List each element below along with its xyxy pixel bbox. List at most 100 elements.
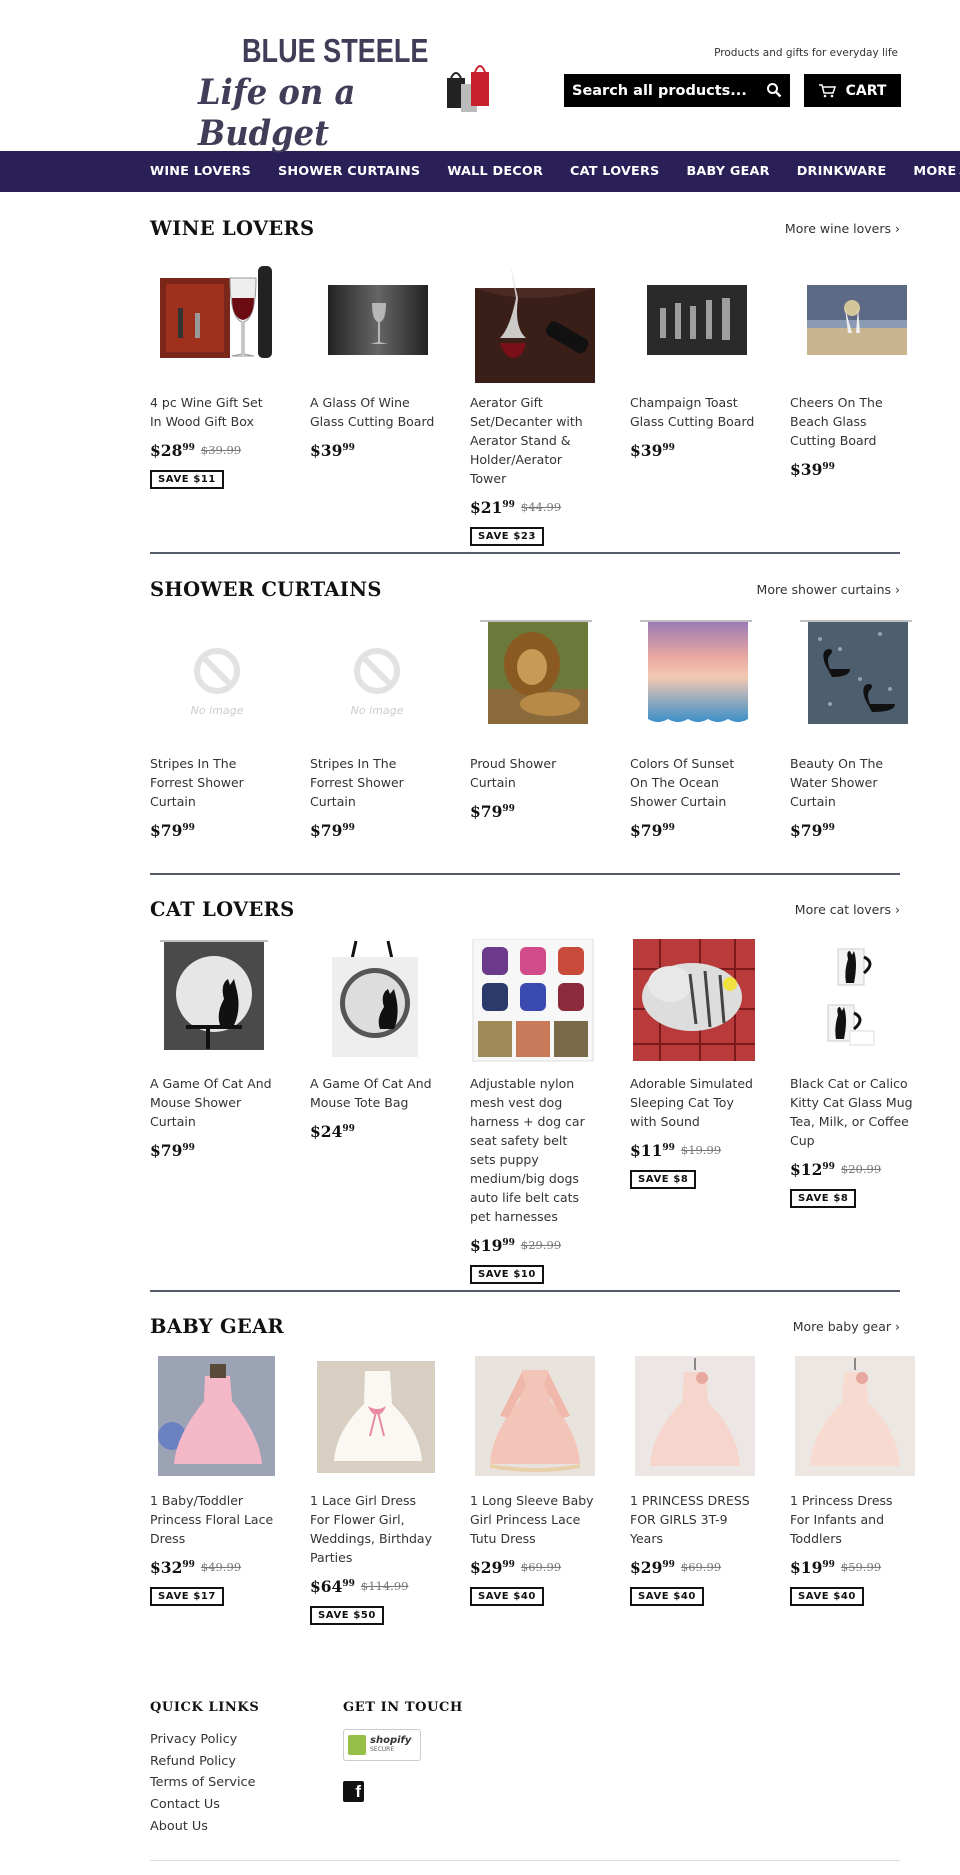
product-card[interactable]: Aerator Gift Set/Decanter with Aerator S… (470, 258, 595, 546)
product-title[interactable]: Stripes In The Forrest Shower Curtain (310, 754, 435, 811)
product-grid: No image Stripes In The Forrest Shower Cu… (150, 619, 912, 840)
product-image[interactable] (470, 258, 595, 383)
product-image[interactable] (150, 939, 275, 1064)
nav-item-wall-decor[interactable]: WALL DECOR (447, 164, 543, 179)
product-card[interactable]: 1 Princess Dress For Infants and Toddler… (790, 1356, 915, 1625)
footer-link-about[interactable]: About Us (150, 1816, 259, 1838)
footer-link-terms[interactable]: Terms of Service (150, 1772, 259, 1794)
price-dollars: $79 (630, 821, 663, 840)
product-title[interactable]: A Game Of Cat And Mouse Shower Curtain (150, 1074, 275, 1131)
product-card[interactable]: Champaign Toast Glass Cutting Board $3999 (630, 258, 755, 546)
product-title[interactable]: 1 Lace Girl Dress For Flower Girl, Weddi… (310, 1491, 435, 1567)
product-card[interactable]: 1 Baby/Toddler Princess Floral Lace Dres… (150, 1356, 275, 1625)
more-link[interactable]: More wine lovers › (785, 221, 900, 236)
product-title[interactable]: Adorable Simulated Sleeping Cat Toy with… (630, 1074, 755, 1131)
nav-item-more[interactable]: MORE⌄ (913, 164, 960, 179)
price-regular: $69.99 (680, 1560, 722, 1574)
product-title[interactable]: 4 pc Wine Gift Set In Wood Gift Box (150, 393, 275, 431)
more-link[interactable]: More cat lovers › (795, 902, 900, 917)
product-image[interactable] (310, 1356, 435, 1481)
product-title[interactable]: A Glass Of Wine Glass Cutting Board (310, 393, 435, 431)
shopping-bags-icon (447, 65, 489, 112)
price-dollars: $64 (310, 1577, 343, 1596)
product-card[interactable]: No image Stripes In The Forrest Shower Cu… (150, 619, 275, 840)
product-card[interactable]: Black Cat or Calico Kitty Cat Glass Mug … (790, 939, 915, 1284)
price-dollars: $28 (150, 441, 183, 460)
product-title[interactable]: Stripes In The Forrest Shower Curtain (150, 754, 275, 811)
product-image[interactable] (630, 619, 755, 744)
product-image[interactable] (630, 939, 755, 1064)
product-image[interactable] (790, 258, 915, 383)
product-card[interactable]: Adorable Simulated Sleeping Cat Toy with… (630, 939, 755, 1284)
product-card[interactable]: No image Stripes In The Forrest Shower Cu… (310, 619, 435, 840)
product-title[interactable]: Proud Shower Curtain (470, 754, 595, 792)
product-title[interactable]: Adjustable nylon mesh vest dog harness +… (470, 1074, 595, 1226)
product-card[interactable]: Cheers On The Beach Glass Cutting Board $… (790, 258, 915, 546)
product-title[interactable]: Black Cat or Calico Kitty Cat Glass Mug … (790, 1074, 915, 1150)
store-logo[interactable]: BLUE STEELE Life on a Budget (198, 32, 490, 154)
product-card[interactable]: A Game Of Cat And Mouse Tote Bag $2499 (310, 939, 435, 1284)
price-main: $2899 (150, 441, 195, 460)
price-main: $3999 (790, 460, 835, 479)
nav-item-drinkware[interactable]: DRINKWARE (797, 164, 887, 179)
price-main: $1299 (790, 1160, 835, 1179)
nav-item-cat-lovers[interactable]: CAT LOVERS (570, 164, 659, 179)
product-card[interactable]: Adjustable nylon mesh vest dog harness +… (470, 939, 595, 1284)
product-card[interactable]: A Game Of Cat And Mouse Shower Curtain $7… (150, 939, 275, 1284)
price-main: $6499 (310, 1577, 355, 1596)
more-link[interactable]: More shower curtains › (757, 582, 900, 597)
product-card[interactable]: Beauty On The Water Shower Curtain $7999 (790, 619, 915, 840)
product-image[interactable] (790, 619, 915, 744)
product-image[interactable] (310, 939, 435, 1064)
product-title[interactable]: 1 Long Sleeve Baby Girl Princess Lace Tu… (470, 1491, 595, 1548)
product-title[interactable]: 1 Baby/Toddler Princess Floral Lace Dres… (150, 1491, 275, 1548)
section-divider (150, 1290, 900, 1292)
nav-item-baby-gear[interactable]: BABY GEAR (686, 164, 769, 179)
product-title[interactable]: Cheers On The Beach Glass Cutting Board (790, 393, 915, 450)
price-cents: 99 (662, 442, 675, 453)
product-image[interactable] (630, 1356, 755, 1481)
product-image[interactable]: No image (310, 619, 435, 744)
product-card[interactable]: 1 Long Sleeve Baby Girl Princess Lace Tu… (470, 1356, 595, 1625)
search-input[interactable] (572, 82, 762, 99)
price-cents: 99 (662, 822, 675, 833)
product-image[interactable]: No image (150, 619, 275, 744)
price-dollars: $39 (630, 441, 663, 460)
product-title[interactable]: 1 Princess Dress For Infants and Toddler… (790, 1491, 915, 1548)
product-title[interactable]: Champaign Toast Glass Cutting Board (630, 393, 755, 431)
product-image[interactable] (790, 939, 915, 1064)
footer-link-contact[interactable]: Contact Us (150, 1794, 259, 1816)
product-title[interactable]: 1 PRINCESS DRESS FOR GIRLS 3T-9 Years (630, 1491, 755, 1548)
product-image[interactable] (790, 1356, 915, 1481)
more-link[interactable]: More baby gear › (793, 1319, 900, 1334)
product-title[interactable]: Aerator Gift Set/Decanter with Aerator S… (470, 393, 595, 488)
product-title[interactable]: A Game Of Cat And Mouse Tote Bag (310, 1074, 435, 1112)
product-image[interactable] (470, 1356, 595, 1481)
product-card[interactable]: Proud Shower Curtain $7999 (470, 619, 595, 840)
product-price: $7999 (630, 821, 755, 840)
product-card[interactable]: A Glass Of Wine Glass Cutting Board $3999 (310, 258, 435, 546)
price-main: $7999 (150, 821, 195, 840)
product-card[interactable]: Colors Of Sunset On The Ocean Shower Cur… (630, 619, 755, 840)
svg-text:No image: No image (351, 704, 404, 717)
cart-button[interactable]: CART (804, 74, 901, 107)
save-badge: SAVE $8 (630, 1170, 697, 1189)
product-image[interactable] (470, 939, 595, 1064)
footer-link-refund[interactable]: Refund Policy (150, 1751, 259, 1773)
nav-item-shower-curtains[interactable]: SHOWER CURTAINS (278, 164, 420, 179)
product-image[interactable] (150, 258, 275, 383)
nav-item-wine-lovers[interactable]: WINE LOVERS (150, 164, 251, 179)
product-card[interactable]: 1 Lace Girl Dress For Flower Girl, Weddi… (310, 1356, 435, 1625)
product-title[interactable]: Beauty On The Water Shower Curtain (790, 754, 915, 811)
product-price: $2899 $39.99 (150, 441, 275, 460)
search-icon[interactable] (766, 82, 782, 98)
product-card[interactable]: 4 pc Wine Gift Set In Wood Gift Box $2899… (150, 258, 275, 546)
facebook-icon[interactable]: f (343, 1781, 364, 1802)
product-image[interactable] (310, 258, 435, 383)
footer-link-privacy[interactable]: Privacy Policy (150, 1729, 259, 1751)
product-image[interactable] (470, 619, 595, 744)
product-title[interactable]: Colors Of Sunset On The Ocean Shower Cur… (630, 754, 755, 811)
product-image[interactable] (630, 258, 755, 383)
product-image[interactable] (150, 1356, 275, 1481)
product-card[interactable]: 1 PRINCESS DRESS FOR GIRLS 3T-9 Years $29… (630, 1356, 755, 1625)
